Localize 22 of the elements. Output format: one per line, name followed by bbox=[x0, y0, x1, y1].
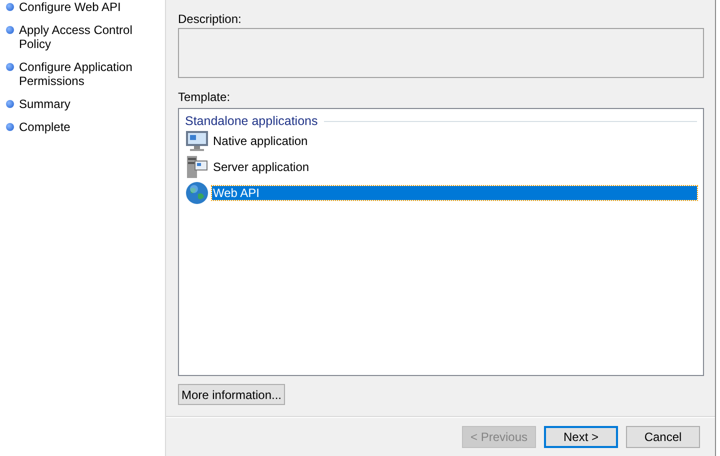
wizard-button[interactable]: Next > bbox=[544, 426, 618, 448]
wizard-step: Apply Access Control Policy bbox=[19, 23, 161, 51]
step-bullet-icon bbox=[6, 123, 14, 131]
template-label: Template: bbox=[178, 90, 232, 106]
step-bullet-icon bbox=[6, 3, 14, 11]
step-bullet-icon bbox=[6, 26, 14, 34]
wizard-button[interactable]: Cancel bbox=[626, 426, 700, 448]
template-item[interactable]: Server application bbox=[212, 160, 310, 174]
wizard-step: Complete bbox=[19, 120, 70, 134]
wizard-step: Configure Web API bbox=[19, 0, 121, 14]
server-icon bbox=[185, 155, 209, 179]
step-bullet-icon bbox=[6, 100, 14, 108]
wizard-step: Summary bbox=[19, 97, 70, 111]
template-item[interactable]: Web API bbox=[212, 186, 697, 200]
description-label: Description: bbox=[178, 12, 242, 28]
globe-icon bbox=[185, 181, 209, 205]
wizard-step: Configure Application Permissions bbox=[19, 60, 161, 88]
template-item[interactable]: Native application bbox=[212, 134, 309, 148]
step-bullet-icon bbox=[6, 63, 14, 71]
more-information-button[interactable]: More information... bbox=[178, 384, 285, 405]
group-header: Standalone applications bbox=[185, 114, 318, 128]
monitor-icon bbox=[185, 130, 209, 152]
